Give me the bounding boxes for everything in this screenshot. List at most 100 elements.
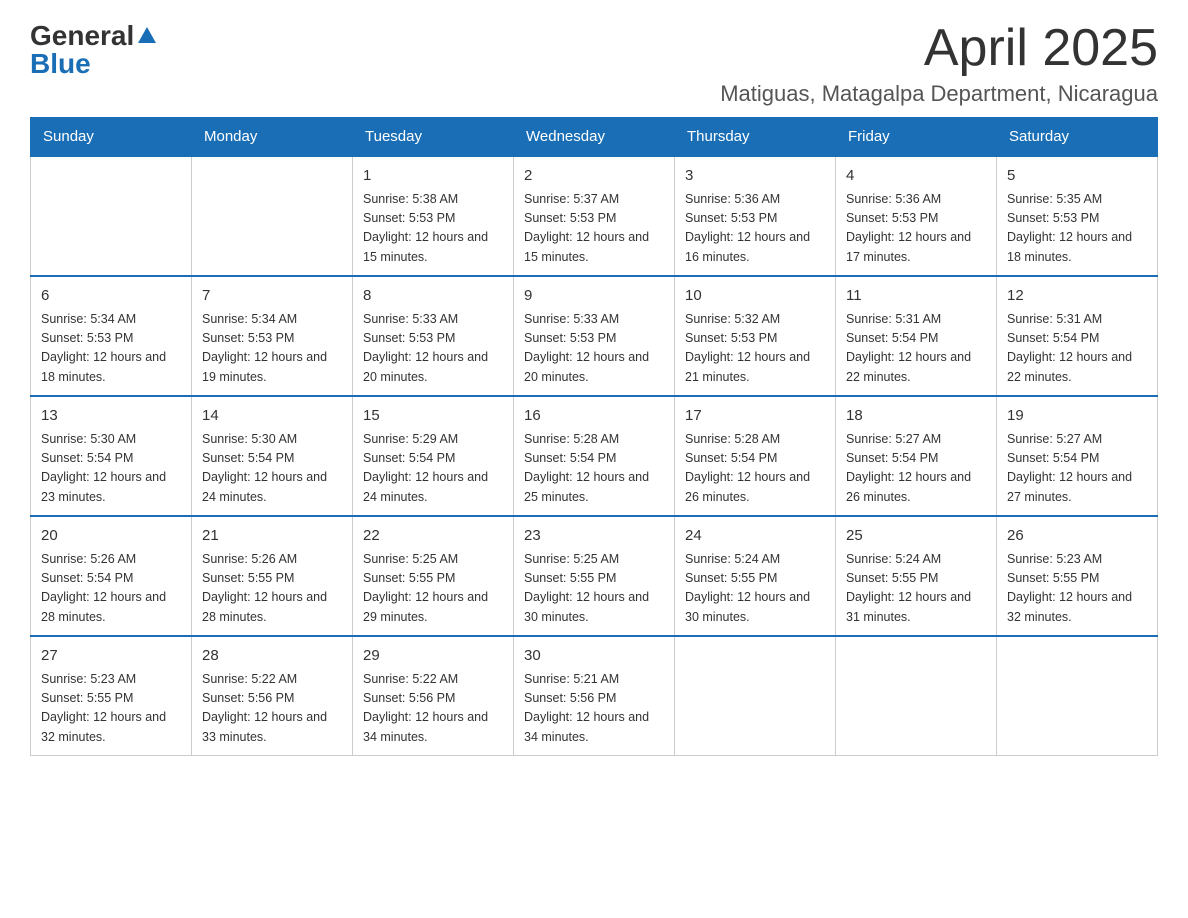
day-number: 22 <box>363 525 503 548</box>
day-number: 8 <box>363 285 503 308</box>
calendar-cell-w3-d6: 19Sunrise: 5:27 AM Sunset: 5:54 PM Dayli… <box>997 396 1158 516</box>
calendar-cell-w5-d5 <box>836 636 997 756</box>
day-number: 13 <box>41 405 181 428</box>
day-info: Sunrise: 5:35 AM Sunset: 5:53 PM Dayligh… <box>1007 190 1147 268</box>
day-number: 3 <box>685 165 825 188</box>
calendar-cell-w3-d4: 17Sunrise: 5:28 AM Sunset: 5:54 PM Dayli… <box>675 396 836 516</box>
col-sunday: Sunday <box>31 118 192 157</box>
day-number: 30 <box>524 645 664 668</box>
day-number: 29 <box>363 645 503 668</box>
calendar-cell-w5-d0: 27Sunrise: 5:23 AM Sunset: 5:55 PM Dayli… <box>31 636 192 756</box>
day-info: Sunrise: 5:30 AM Sunset: 5:54 PM Dayligh… <box>202 430 342 508</box>
day-number: 4 <box>846 165 986 188</box>
calendar-cell-w1-d6: 5Sunrise: 5:35 AM Sunset: 5:53 PM Daylig… <box>997 156 1158 276</box>
calendar-cell-w4-d1: 21Sunrise: 5:26 AM Sunset: 5:55 PM Dayli… <box>192 516 353 636</box>
day-info: Sunrise: 5:36 AM Sunset: 5:53 PM Dayligh… <box>685 190 825 268</box>
day-number: 28 <box>202 645 342 668</box>
logo-blue-text: Blue <box>30 48 91 79</box>
header: General Blue April 2025 Matiguas, Mataga… <box>30 20 1158 107</box>
day-number: 25 <box>846 525 986 548</box>
calendar-cell-w5-d6 <box>997 636 1158 756</box>
calendar-cell-w3-d2: 15Sunrise: 5:29 AM Sunset: 5:54 PM Dayli… <box>353 396 514 516</box>
col-friday: Friday <box>836 118 997 157</box>
logo: General Blue <box>30 20 160 80</box>
col-monday: Monday <box>192 118 353 157</box>
calendar-cell-w4-d2: 22Sunrise: 5:25 AM Sunset: 5:55 PM Dayli… <box>353 516 514 636</box>
calendar-cell-w1-d4: 3Sunrise: 5:36 AM Sunset: 5:53 PM Daylig… <box>675 156 836 276</box>
day-info: Sunrise: 5:31 AM Sunset: 5:54 PM Dayligh… <box>846 310 986 388</box>
day-info: Sunrise: 5:31 AM Sunset: 5:54 PM Dayligh… <box>1007 310 1147 388</box>
calendar-cell-w1-d1 <box>192 156 353 276</box>
calendar-table: Sunday Monday Tuesday Wednesday Thursday… <box>30 117 1158 756</box>
calendar-cell-w4-d3: 23Sunrise: 5:25 AM Sunset: 5:55 PM Dayli… <box>514 516 675 636</box>
calendar-cell-w2-d3: 9Sunrise: 5:33 AM Sunset: 5:53 PM Daylig… <box>514 276 675 396</box>
calendar-cell-w4-d4: 24Sunrise: 5:24 AM Sunset: 5:55 PM Dayli… <box>675 516 836 636</box>
calendar-cell-w4-d6: 26Sunrise: 5:23 AM Sunset: 5:55 PM Dayli… <box>997 516 1158 636</box>
day-number: 12 <box>1007 285 1147 308</box>
day-info: Sunrise: 5:27 AM Sunset: 5:54 PM Dayligh… <box>1007 430 1147 508</box>
day-info: Sunrise: 5:25 AM Sunset: 5:55 PM Dayligh… <box>524 550 664 628</box>
calendar-header-row: Sunday Monday Tuesday Wednesday Thursday… <box>31 118 1158 157</box>
calendar-cell-w1-d3: 2Sunrise: 5:37 AM Sunset: 5:53 PM Daylig… <box>514 156 675 276</box>
calendar-cell-w2-d1: 7Sunrise: 5:34 AM Sunset: 5:53 PM Daylig… <box>192 276 353 396</box>
calendar-cell-w1-d2: 1Sunrise: 5:38 AM Sunset: 5:53 PM Daylig… <box>353 156 514 276</box>
day-info: Sunrise: 5:22 AM Sunset: 5:56 PM Dayligh… <box>202 670 342 748</box>
day-info: Sunrise: 5:34 AM Sunset: 5:53 PM Dayligh… <box>202 310 342 388</box>
calendar-cell-w5-d3: 30Sunrise: 5:21 AM Sunset: 5:56 PM Dayli… <box>514 636 675 756</box>
col-wednesday: Wednesday <box>514 118 675 157</box>
day-info: Sunrise: 5:38 AM Sunset: 5:53 PM Dayligh… <box>363 190 503 268</box>
calendar-cell-w5-d2: 29Sunrise: 5:22 AM Sunset: 5:56 PM Dayli… <box>353 636 514 756</box>
col-thursday: Thursday <box>675 118 836 157</box>
day-info: Sunrise: 5:24 AM Sunset: 5:55 PM Dayligh… <box>685 550 825 628</box>
calendar-cell-w5-d1: 28Sunrise: 5:22 AM Sunset: 5:56 PM Dayli… <box>192 636 353 756</box>
logo-triangle-icon <box>136 25 158 47</box>
day-number: 19 <box>1007 405 1147 428</box>
calendar-week-3: 13Sunrise: 5:30 AM Sunset: 5:54 PM Dayli… <box>31 396 1158 516</box>
day-info: Sunrise: 5:33 AM Sunset: 5:53 PM Dayligh… <box>524 310 664 388</box>
day-info: Sunrise: 5:23 AM Sunset: 5:55 PM Dayligh… <box>41 670 181 748</box>
calendar-cell-w5-d4 <box>675 636 836 756</box>
day-info: Sunrise: 5:30 AM Sunset: 5:54 PM Dayligh… <box>41 430 181 508</box>
day-info: Sunrise: 5:27 AM Sunset: 5:54 PM Dayligh… <box>846 430 986 508</box>
day-number: 2 <box>524 165 664 188</box>
day-number: 7 <box>202 285 342 308</box>
day-number: 24 <box>685 525 825 548</box>
calendar-cell-w2-d5: 11Sunrise: 5:31 AM Sunset: 5:54 PM Dayli… <box>836 276 997 396</box>
calendar-week-2: 6Sunrise: 5:34 AM Sunset: 5:53 PM Daylig… <box>31 276 1158 396</box>
day-number: 15 <box>363 405 503 428</box>
day-info: Sunrise: 5:25 AM Sunset: 5:55 PM Dayligh… <box>363 550 503 628</box>
calendar-cell-w2-d0: 6Sunrise: 5:34 AM Sunset: 5:53 PM Daylig… <box>31 276 192 396</box>
month-title: April 2025 <box>720 20 1158 77</box>
calendar-cell-w3-d1: 14Sunrise: 5:30 AM Sunset: 5:54 PM Dayli… <box>192 396 353 516</box>
day-info: Sunrise: 5:29 AM Sunset: 5:54 PM Dayligh… <box>363 430 503 508</box>
calendar-cell-w4-d5: 25Sunrise: 5:24 AM Sunset: 5:55 PM Dayli… <box>836 516 997 636</box>
day-info: Sunrise: 5:28 AM Sunset: 5:54 PM Dayligh… <box>685 430 825 508</box>
day-number: 23 <box>524 525 664 548</box>
calendar-cell-w1-d0 <box>31 156 192 276</box>
day-number: 11 <box>846 285 986 308</box>
day-number: 18 <box>846 405 986 428</box>
day-number: 26 <box>1007 525 1147 548</box>
col-saturday: Saturday <box>997 118 1158 157</box>
day-number: 1 <box>363 165 503 188</box>
location-title: Matiguas, Matagalpa Department, Nicaragu… <box>720 81 1158 107</box>
day-number: 10 <box>685 285 825 308</box>
day-number: 6 <box>41 285 181 308</box>
day-number: 14 <box>202 405 342 428</box>
day-info: Sunrise: 5:33 AM Sunset: 5:53 PM Dayligh… <box>363 310 503 388</box>
day-info: Sunrise: 5:23 AM Sunset: 5:55 PM Dayligh… <box>1007 550 1147 628</box>
calendar-week-1: 1Sunrise: 5:38 AM Sunset: 5:53 PM Daylig… <box>31 156 1158 276</box>
calendar-cell-w3-d5: 18Sunrise: 5:27 AM Sunset: 5:54 PM Dayli… <box>836 396 997 516</box>
day-info: Sunrise: 5:34 AM Sunset: 5:53 PM Dayligh… <box>41 310 181 388</box>
calendar-week-4: 20Sunrise: 5:26 AM Sunset: 5:54 PM Dayli… <box>31 516 1158 636</box>
day-info: Sunrise: 5:22 AM Sunset: 5:56 PM Dayligh… <box>363 670 503 748</box>
col-tuesday: Tuesday <box>353 118 514 157</box>
calendar-cell-w2-d4: 10Sunrise: 5:32 AM Sunset: 5:53 PM Dayli… <box>675 276 836 396</box>
day-info: Sunrise: 5:21 AM Sunset: 5:56 PM Dayligh… <box>524 670 664 748</box>
calendar-cell-w3-d3: 16Sunrise: 5:28 AM Sunset: 5:54 PM Dayli… <box>514 396 675 516</box>
day-info: Sunrise: 5:24 AM Sunset: 5:55 PM Dayligh… <box>846 550 986 628</box>
day-number: 17 <box>685 405 825 428</box>
day-info: Sunrise: 5:36 AM Sunset: 5:53 PM Dayligh… <box>846 190 986 268</box>
day-info: Sunrise: 5:28 AM Sunset: 5:54 PM Dayligh… <box>524 430 664 508</box>
day-number: 20 <box>41 525 181 548</box>
